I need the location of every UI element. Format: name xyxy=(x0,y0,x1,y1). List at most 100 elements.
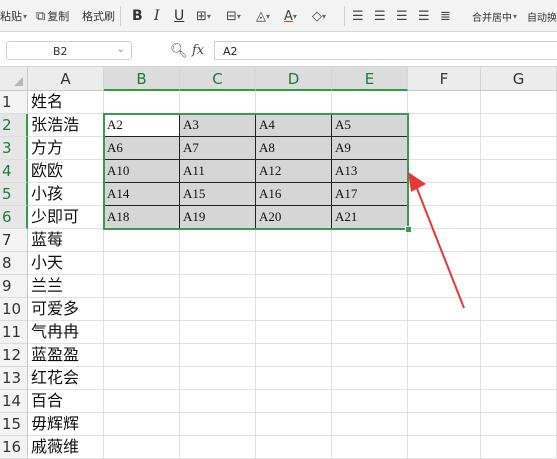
cell-e2[interactable]: A5 xyxy=(332,114,408,137)
cell-g11[interactable] xyxy=(481,321,557,344)
cell-d3[interactable]: A8 xyxy=(256,137,332,160)
cell-a2[interactable]: 张浩浩 xyxy=(28,114,104,137)
cell-e13[interactable] xyxy=(332,367,408,390)
row-header-13[interactable]: 13 xyxy=(0,367,28,390)
cell-c8[interactable] xyxy=(180,252,256,275)
row-header-2[interactable]: 2 xyxy=(0,114,28,137)
paste-button[interactable]: 粘贴 ▾ xyxy=(0,8,27,24)
copy-button[interactable]: ⧉ 复制 xyxy=(36,8,69,24)
cell-c9[interactable] xyxy=(180,275,256,298)
cell-b11[interactable] xyxy=(104,321,180,344)
row-header-1[interactable]: 1 xyxy=(0,91,28,114)
cell-g2[interactable] xyxy=(481,114,557,137)
cell-e15[interactable] xyxy=(332,413,408,436)
cell-c15[interactable] xyxy=(180,413,256,436)
cell-c11[interactable] xyxy=(180,321,256,344)
row-header-15[interactable]: 15 xyxy=(0,413,28,436)
row-header-16[interactable]: 16 xyxy=(0,436,28,459)
cell-f12[interactable] xyxy=(408,344,481,367)
row-header-4[interactable]: 4 xyxy=(0,160,28,183)
clear-button[interactable]: ◇ ▾ xyxy=(312,8,326,24)
row-header-8[interactable]: 8 xyxy=(0,252,28,275)
cell-e14[interactable] xyxy=(332,390,408,413)
cell-a1[interactable]: 姓名 xyxy=(28,91,104,114)
cell-e4[interactable]: A13 xyxy=(332,160,408,183)
cell-e5[interactable]: A17 xyxy=(332,183,408,206)
cell-e9[interactable] xyxy=(332,275,408,298)
row-header-6[interactable]: 6 xyxy=(0,206,28,229)
merge-center-button[interactable]: 合并居中 ▾ xyxy=(472,8,517,24)
cell-b14[interactable] xyxy=(104,390,180,413)
cell-c10[interactable] xyxy=(180,298,256,321)
cell-b13[interactable] xyxy=(104,367,180,390)
underline-button[interactable]: U xyxy=(174,8,184,24)
cell-b5[interactable]: A14 xyxy=(104,183,180,206)
border-button[interactable]: ⊞ ▾ xyxy=(196,8,211,24)
cell-d8[interactable] xyxy=(256,252,332,275)
row-header-12[interactable]: 12 xyxy=(0,344,28,367)
cell-g3[interactable] xyxy=(481,137,557,160)
cell-d14[interactable] xyxy=(256,390,332,413)
cell-c6[interactable]: A19 xyxy=(180,206,256,229)
cell-c3[interactable]: A7 xyxy=(180,137,256,160)
row-header-14[interactable]: 14 xyxy=(0,390,28,413)
cell-b7[interactable] xyxy=(104,229,180,252)
row-header-5[interactable]: 5 xyxy=(0,183,28,206)
justify-button[interactable]: ☰ xyxy=(418,8,430,24)
cell-a11[interactable]: 气冉冉 xyxy=(28,321,104,344)
cell-a5[interactable]: 小孩 xyxy=(28,183,104,206)
cell-g10[interactable] xyxy=(481,298,557,321)
cell-d1[interactable] xyxy=(256,91,332,114)
column-header-b[interactable]: B xyxy=(104,67,180,91)
cell-a13[interactable]: 红花会 xyxy=(28,367,104,390)
auto-wrap-button[interactable]: 自动换 xyxy=(527,8,557,24)
cell-e16[interactable] xyxy=(332,436,408,459)
cell-c7[interactable] xyxy=(180,229,256,252)
cell-g6[interactable] xyxy=(481,206,557,229)
distributed-align-button[interactable]: ≣ xyxy=(440,8,451,24)
cell-c4[interactable]: A11 xyxy=(180,160,256,183)
cell-a12[interactable]: 蓝盈盈 xyxy=(28,344,104,367)
fill-color-button[interactable]: ◬ ▾ xyxy=(256,8,270,24)
cell-c16[interactable] xyxy=(180,436,256,459)
cell-c1[interactable] xyxy=(180,91,256,114)
cell-d16[interactable] xyxy=(256,436,332,459)
bold-button[interactable]: B xyxy=(132,8,143,24)
cell-e1[interactable] xyxy=(332,91,408,114)
cell-f11[interactable] xyxy=(408,321,481,344)
cell-a4[interactable]: 欧欧 xyxy=(28,160,104,183)
cell-style-button[interactable]: ⊟ ▾ xyxy=(226,8,241,24)
cell-g14[interactable] xyxy=(481,390,557,413)
cell-e10[interactable] xyxy=(332,298,408,321)
cell-b1[interactable] xyxy=(104,91,180,114)
formula-input[interactable]: A2 xyxy=(214,41,557,60)
cell-d6[interactable]: A20 xyxy=(256,206,332,229)
cell-d13[interactable] xyxy=(256,367,332,390)
cell-f16[interactable] xyxy=(408,436,481,459)
cell-b12[interactable] xyxy=(104,344,180,367)
cell-d2[interactable]: A4 xyxy=(256,114,332,137)
name-box[interactable]: B2 ⌄ xyxy=(6,41,132,60)
cell-g8[interactable] xyxy=(481,252,557,275)
row-header-7[interactable]: 7 xyxy=(0,229,28,252)
column-header-e[interactable]: E xyxy=(332,67,408,91)
cell-a10[interactable]: 可爱多 xyxy=(28,298,104,321)
cell-c2[interactable]: A3 xyxy=(180,114,256,137)
cell-f1[interactable] xyxy=(408,91,481,114)
cell-f3[interactable] xyxy=(408,137,481,160)
cell-g9[interactable] xyxy=(481,275,557,298)
font-color-button[interactable]: A ▾ xyxy=(284,8,297,24)
cell-d7[interactable] xyxy=(256,229,332,252)
zoom-icon[interactable]: 🔍︎ xyxy=(170,43,188,59)
align-bottom-button[interactable]: ☰ xyxy=(396,8,408,24)
cell-e12[interactable] xyxy=(332,344,408,367)
cell-d15[interactable] xyxy=(256,413,332,436)
cell-d5[interactable]: A16 xyxy=(256,183,332,206)
cell-b15[interactable] xyxy=(104,413,180,436)
cell-a15[interactable]: 毋辉辉 xyxy=(28,413,104,436)
cell-a7[interactable]: 蓝莓 xyxy=(28,229,104,252)
align-top-button[interactable]: ☰ xyxy=(352,8,364,24)
row-header-9[interactable]: 9 xyxy=(0,275,28,298)
cell-c14[interactable] xyxy=(180,390,256,413)
cell-f13[interactable] xyxy=(408,367,481,390)
